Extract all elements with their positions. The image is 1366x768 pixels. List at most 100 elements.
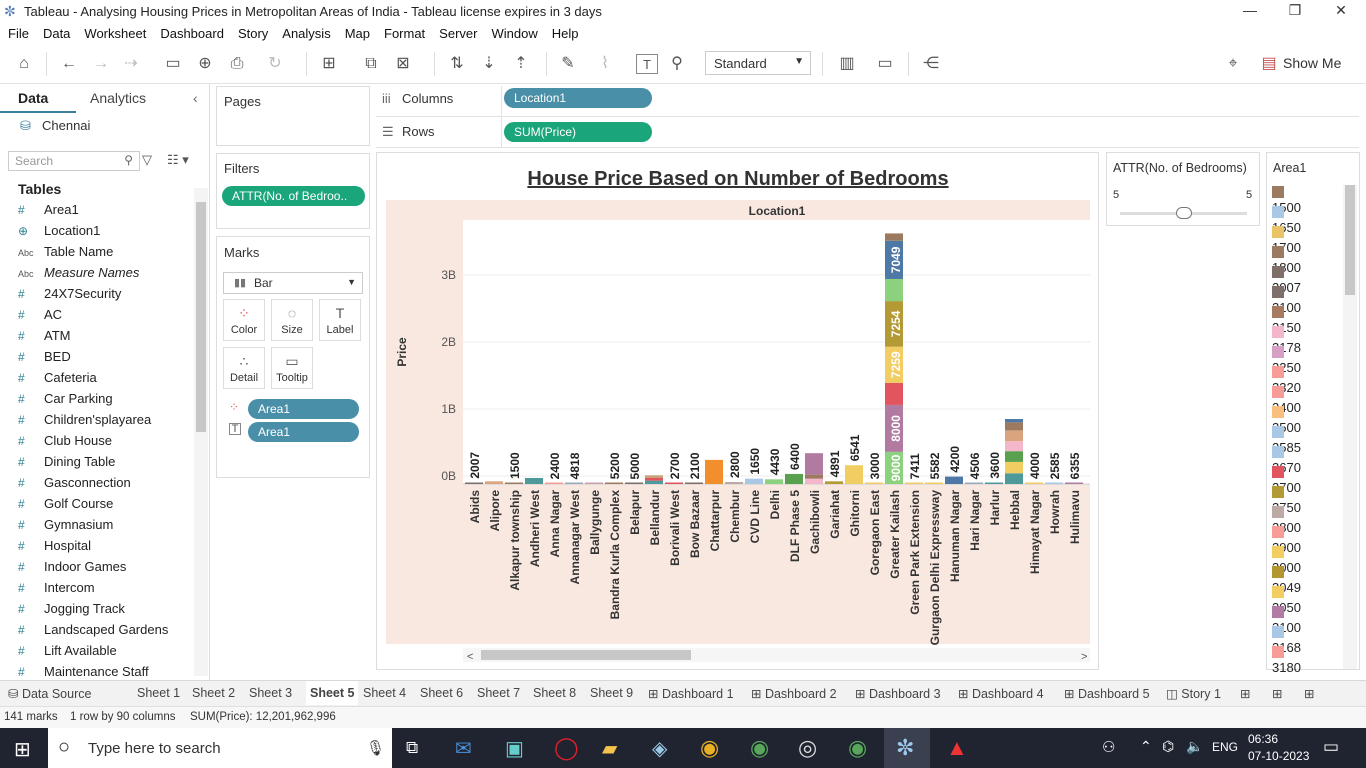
field-item[interactable]: # Intercom [18,580,95,600]
menu-worksheet[interactable]: Worksheet [76,24,152,41]
field-item[interactable]: # BED [18,349,71,369]
menu-analysis[interactable]: Analysis [274,24,336,41]
network-icon[interactable]: ⌬ [1162,738,1174,755]
clock-date[interactable]: 07-10-2023 [1248,749,1309,763]
menu-format[interactable]: Format [376,24,431,41]
field-item[interactable]: # Gasconnection [18,475,131,495]
clock-time[interactable]: 06:36 [1248,732,1278,746]
show-me-icon[interactable]: ▤ [1258,54,1280,74]
legend-item[interactable]: 2007 [1272,265,1301,295]
range-slider-thumb[interactable] [1175,207,1192,219]
field-item[interactable]: # Cafeteria [18,370,97,390]
new-datasource-icon[interactable]: ⊕ [194,54,216,74]
group-icon[interactable]: ⌇ [594,54,616,74]
datasource-name[interactable]: Chennai [42,118,90,133]
columns-pill[interactable]: Location1 [504,88,652,108]
redo-icon[interactable]: → [90,54,112,74]
swap-icon[interactable]: ⇅ [446,54,468,74]
opera-icon[interactable]: ◯ [554,735,579,761]
legend-item[interactable]: 2250 [1272,345,1301,375]
sheet-tab[interactable]: ⊞ Dashboard 5 [1064,686,1150,701]
chrome-icon[interactable]: ◉ [700,735,719,761]
field-item[interactable]: # Car Parking [18,391,113,411]
clear-sheet-icon[interactable]: ⊠ [392,54,414,74]
color-pill[interactable]: Area1 [248,399,359,419]
legend-item[interactable]: 3180 [1272,645,1301,675]
field-item[interactable]: # Maintenance Staff [18,664,149,676]
legend-item[interactable]: 3168 [1272,625,1301,655]
sheet-tab[interactable]: Sheet 6 [420,686,463,700]
sheet-tab[interactable]: ⊞ Dashboard 1 [648,686,734,701]
filter-pill[interactable]: ATTR(No. of Bedroo.. [222,186,365,206]
microphone-icon[interactable]: 🎙 [366,739,385,757]
close-icon[interactable]: ✕ [1321,2,1361,19]
scroll-thumb[interactable] [196,202,206,432]
menu-data[interactable]: Data [35,24,76,41]
language-indicator[interactable]: ENG [1212,740,1238,754]
field-item[interactable]: # Lift Available [18,643,117,663]
format-painter-icon[interactable]: ⌖ [1222,54,1244,74]
field-item[interactable]: # Golf Course [18,496,113,516]
legend-item[interactable]: 1700 [1272,225,1301,255]
legend-item[interactable]: 1650 [1272,205,1301,235]
tab-data-source[interactable]: ⛁ Data Source [8,686,91,701]
field-item[interactable]: #24X7Security [18,286,121,306]
sheet-tab[interactable]: ⊞ Dashboard 4 [958,686,1044,701]
mail-icon[interactable]: ✉ [455,736,472,761]
legend-item[interactable]: 2400 [1272,385,1301,415]
legend-item[interactable]: 1500 [1272,185,1301,215]
field-item[interactable]: # Jogging Track [18,601,125,621]
people-icon[interactable]: ⚇ [1102,738,1115,756]
legend-item[interactable]: 2750 [1272,485,1301,515]
sheet-tab[interactable]: Sheet 9 [590,686,633,700]
sheet-tab[interactable]: Sheet 3 [249,686,292,700]
bar-chart[interactable]: House Price Based on Number of Bedrooms L… [377,153,1098,669]
filter-icon[interactable]: ▽ [142,152,152,168]
legend-item[interactable]: 2700 [1272,465,1301,495]
sheet-tab[interactable]: Sheet 5 [306,681,359,705]
undo-icon[interactable]: ← [58,54,80,74]
sort-descending-icon[interactable]: ⇡ [510,54,532,74]
photos-icon[interactable]: ◈ [652,736,667,761]
menu-map[interactable]: Map [337,24,376,41]
notification-icon[interactable]: ▭ [1323,737,1339,757]
field-item[interactable]: # AC [18,307,62,327]
field-item[interactable]: Abc Measure Names [18,265,139,285]
new-worksheet-icon[interactable]: ⊞ [1240,686,1250,701]
collapse-icon[interactable]: ‹ [193,90,198,106]
legend-item[interactable]: 1800 [1272,245,1301,275]
sheet-tab[interactable]: ⊞ Dashboard 2 [751,686,837,701]
field-scrollbar[interactable] [194,188,208,676]
task-view-icon[interactable]: ⧉ [406,738,418,758]
detail-button[interactable]: ∴ Detail [223,347,265,389]
field-item[interactable]: # ATM [18,328,70,348]
legend-item[interactable]: 3050 [1272,585,1301,615]
field-item[interactable]: Abc Table Name [18,244,113,264]
replay-icon[interactable]: ⇢ [120,54,142,74]
field-item[interactable]: # Children'splayarea [18,412,151,432]
sheet-tab[interactable]: Sheet 4 [363,686,406,700]
presentation-icon[interactable]: ▭ [874,54,896,74]
obs-icon[interactable]: ◎ [798,735,817,761]
legend-item[interactable]: 2670 [1272,445,1301,475]
sheet-tab[interactable]: ⊞ Dashboard 3 [855,686,941,701]
mark-type-select[interactable]: ▮▮ Bar ▼ [223,272,363,294]
legend-item[interactable]: 2150 [1272,305,1301,335]
legend-item[interactable]: 2178 [1272,325,1301,355]
store-icon[interactable]: ▣ [505,736,524,761]
menu-dashboard[interactable]: Dashboard [152,24,230,41]
legend-item[interactable]: 2320 [1272,365,1301,395]
volume-icon[interactable]: 🔈 [1186,738,1203,755]
field-item[interactable]: # Indoor Games [18,559,126,579]
legend-item[interactable]: 2500 [1272,405,1301,435]
tab-analytics[interactable]: Analytics [90,90,146,106]
highlight-icon[interactable]: ✎ [557,54,579,74]
legend-item[interactable]: 3049 [1272,565,1301,595]
app-icon[interactable]: ▲ [946,735,968,761]
show-labels-icon[interactable]: T [636,54,658,74]
tab-data[interactable]: Data [18,90,48,106]
sheet-tab[interactable]: Sheet 7 [477,686,520,700]
field-item[interactable]: # Landscaped Gardens [18,622,168,642]
legend-item[interactable]: 3100 [1272,605,1301,635]
sheet-tab[interactable]: ◫ Story 1 [1166,686,1221,701]
